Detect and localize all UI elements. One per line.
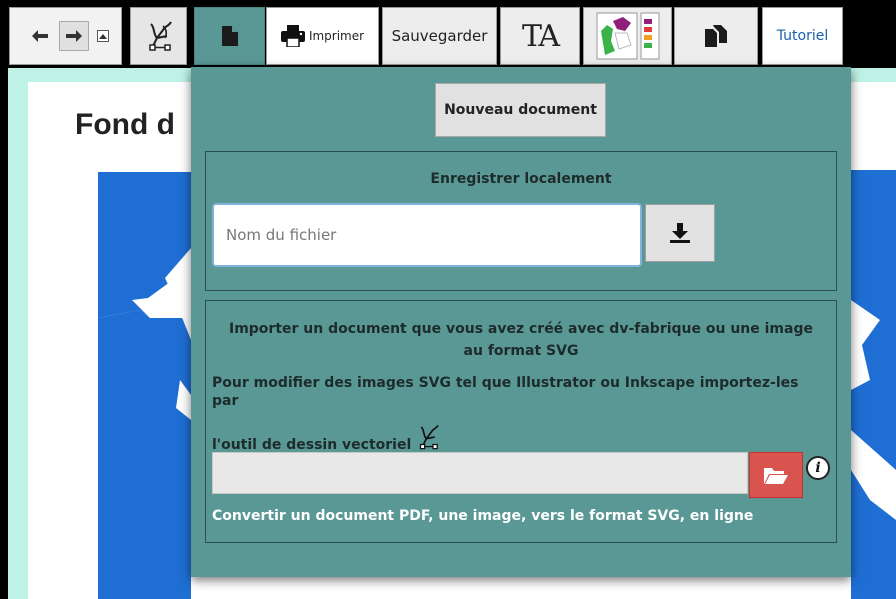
page-title: Fond d: [75, 108, 175, 141]
new-document-label: Nouveau document: [444, 102, 597, 118]
info-icon-letter: i: [815, 460, 821, 476]
local-save-section: Enregistrer localement: [205, 151, 837, 291]
convert-pdf-link[interactable]: Convertir un document PDF, une image, ve…: [212, 508, 753, 524]
browse-file-button[interactable]: [749, 452, 803, 498]
svg-file-path-field[interactable]: [212, 452, 748, 494]
import-note: Pour modifier des images SVG tel que Ill…: [212, 375, 799, 409]
import-section: Importer un document que vous avez créé …: [205, 300, 837, 543]
pen-nib-icon: [420, 424, 440, 450]
import-note-line2: l'outil de dessin vectoriel: [212, 421, 443, 453]
folder-open-icon: [764, 468, 788, 484]
document-menu-panel: Nouveau document Enregistrer localement …: [191, 67, 851, 577]
import-title: Importer un document que vous avez créé …: [228, 321, 813, 359]
download-button[interactable]: [645, 204, 715, 262]
vector-tool-text: l'outil de dessin vectoriel: [212, 437, 412, 453]
new-document-button[interactable]: Nouveau document: [435, 83, 606, 137]
local-save-title: Enregistrer localement: [430, 171, 612, 187]
download-icon: [670, 223, 690, 243]
info-icon[interactable]: i: [806, 456, 830, 480]
filename-input[interactable]: [212, 203, 642, 267]
